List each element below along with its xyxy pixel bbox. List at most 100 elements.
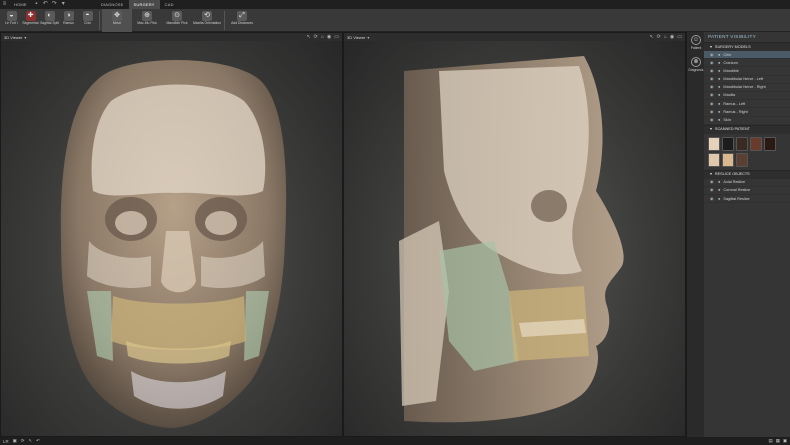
viewer-left-title[interactable]: 3D Viewer: [4, 35, 22, 40]
cube-icon[interactable]: ▣: [13, 438, 17, 444]
bullet-icon: ●: [718, 84, 721, 90]
scan-thumbnail[interactable]: [722, 136, 734, 151]
sagittal-icon: ◐: [44, 11, 55, 21]
move-button[interactable]: ✥ Move: [102, 9, 132, 32]
scanned-patient-header[interactable]: ▾ SCANNED PATIENT: [704, 124, 790, 134]
maximize-icon[interactable]: ▭: [677, 34, 682, 40]
layout-icon[interactable]: ▤: [769, 438, 773, 444]
eye-icon[interactable]: ◉: [710, 178, 715, 186]
scan-thumbnail[interactable]: [736, 152, 748, 167]
list-item[interactable]: ◉ ● Skin: [704, 117, 790, 125]
list-item-label: Chin: [723, 52, 732, 57]
segmental-button[interactable]: ✚ Segmental: [21, 9, 40, 32]
rotate-icon[interactable]: ⟳: [314, 34, 318, 40]
tab-diagnose[interactable]: DIAGNOSE: [96, 0, 129, 9]
grid-icon[interactable]: ▦: [776, 438, 780, 444]
rotate-icon[interactable]: ⟳: [657, 34, 661, 40]
maxilla-orientation-label: Maxilla Orientation: [192, 21, 222, 25]
surgery-models-header[interactable]: ▾ SURGERY MODELS: [704, 42, 790, 51]
chevron-down-icon[interactable]: ▾: [367, 35, 369, 40]
camera-icon[interactable]: ◉: [327, 34, 331, 40]
rotate-icon[interactable]: ⟳: [21, 438, 25, 444]
list-item[interactable]: ◉ ● Ramus - Right: [704, 108, 790, 117]
orientation-icon: ⟲: [202, 11, 212, 21]
save-icon[interactable]: ▪: [32, 0, 41, 9]
app-menu-icon[interactable]: ≡: [0, 0, 9, 9]
eye-icon[interactable]: ◉: [710, 186, 715, 194]
chin-label: Chin: [84, 21, 91, 25]
list-item-label: Maxilla: [723, 93, 736, 98]
quick-access-icon[interactable]: ▾: [59, 0, 68, 9]
maximize-icon[interactable]: ▭: [334, 34, 339, 40]
tab-home[interactable]: HOME: [9, 0, 32, 9]
maxilla-orientation-button[interactable]: ⟲ Maxilla Orientation: [192, 9, 222, 32]
list-item[interactable]: ◉ ● Chin: [704, 51, 790, 60]
eye-icon[interactable]: ◉: [710, 83, 715, 91]
side-nav: ☺ Patient ⊗ Diagnosis: [686, 32, 704, 437]
redo-icon[interactable]: ↷: [50, 0, 59, 9]
undo-icon[interactable]: ↶: [41, 0, 50, 9]
ramus-button[interactable]: ◑ Ramus: [59, 9, 78, 32]
eye-icon[interactable]: ◉: [710, 100, 715, 108]
eye-icon[interactable]: ◉: [710, 195, 715, 203]
scan-thumbnail[interactable]: [764, 136, 776, 151]
reset-view-icon[interactable]: ⌂: [664, 34, 667, 40]
eye-icon[interactable]: ◉: [710, 116, 715, 124]
viewer-right-title[interactable]: 3D Viewer: [347, 35, 365, 40]
scan-thumbnail[interactable]: [736, 136, 748, 151]
list-item[interactable]: ◉ ● Sagittal Reslice: [704, 195, 790, 204]
fullscreen-icon[interactable]: ▣: [783, 438, 787, 444]
eye-icon[interactable]: ◉: [710, 59, 715, 67]
list-item[interactable]: ◉ ● Mandibular Nerve - Right: [704, 84, 790, 92]
max-mu-pick-button[interactable]: ⊕ Max-Mu Pick: [132, 9, 162, 32]
patient-visibility-panel: PATIENT VISIBILITY ▾ SURGERY MODELS ◉ ● C…: [704, 32, 790, 437]
camera-icon[interactable]: ◉: [670, 34, 674, 40]
eye-icon[interactable]: ◉: [710, 108, 715, 116]
scan-thumbnail[interactable]: [708, 136, 720, 151]
sidenav-diagnosis[interactable]: ⊗ Diagnosis: [687, 54, 705, 76]
scan-thumbnail[interactable]: [722, 152, 734, 167]
pointer-icon[interactable]: ↖: [306, 34, 310, 40]
scanned-thumbnails: [704, 134, 790, 170]
chevron-down-icon[interactable]: ▾: [24, 35, 26, 40]
ribbon-toolbar: ◒ Le Fort I ✚ Segmental ◐ Sagittal Split…: [0, 9, 790, 32]
tab-surgery[interactable]: SURGERY: [128, 0, 160, 9]
top-tab-bar: ≡ HOME ▪ ↶ ↷ ▾ DIAGNOSE SURGERY CAD: [0, 0, 790, 9]
sagittal-label: Sagittal Split: [40, 21, 59, 25]
sidenav-patient[interactable]: ☺ Patient: [687, 32, 705, 54]
segmental-icon: ✚: [25, 11, 36, 21]
pointer-icon[interactable]: ↖: [28, 438, 32, 444]
ramus-icon: ◑: [63, 11, 74, 21]
chin-icon: ◓: [82, 11, 93, 21]
scan-thumbnail[interactable]: [750, 136, 762, 151]
chin-button[interactable]: ◓ Chin: [78, 9, 97, 32]
list-item[interactable]: ◉ ● Cranium: [704, 59, 790, 68]
viewer-left[interactable]: 3D Viewer ▾ ↖ ⟳ ⌂ ◉ ▭: [0, 32, 343, 437]
reslice-objects-header[interactable]: ▾ RESLICE OBJECTS: [704, 169, 790, 179]
sidenav-diagnosis-label: Diagnosis: [688, 68, 704, 72]
list-item-label: Mandibular Nerve - Left: [723, 77, 764, 82]
tab-cad[interactable]: CAD: [160, 0, 179, 9]
status-label: LR: [3, 438, 9, 444]
add-distances-label: Add Distances: [231, 21, 253, 25]
reset-view-icon[interactable]: ⌂: [321, 34, 324, 40]
eye-icon[interactable]: ◉: [710, 51, 715, 59]
sagittal-split-button[interactable]: ◐ Sagittal Split: [40, 9, 59, 32]
eye-icon[interactable]: ◉: [710, 75, 715, 83]
pointer-icon[interactable]: ↖: [649, 34, 653, 40]
scan-thumbnail[interactable]: [708, 152, 720, 167]
viewer-left-header: 3D Viewer ▾ ↖ ⟳ ⌂ ◉ ▭: [1, 33, 342, 41]
undo-icon[interactable]: ↶: [36, 438, 40, 444]
status-bar: LR ▣ ⟳ ↖ ↶ ▤ ▦ ▣: [0, 437, 790, 445]
lefort-button[interactable]: ◒ Le Fort I: [2, 9, 21, 32]
bullet-icon: ●: [718, 67, 721, 73]
add-distances-button[interactable]: ⤢ Add Distances: [227, 9, 257, 32]
list-item[interactable]: ◉ ● Maxilla: [704, 91, 790, 101]
mandible-pick-button[interactable]: ⊙ Mandible Pick: [162, 9, 192, 32]
bullet-icon: ●: [718, 117, 721, 122]
viewer-right[interactable]: 3D Viewer ▾ ↖ ⟳ ⌂ ◉ ▭: [343, 32, 686, 437]
eye-icon[interactable]: ◉: [710, 91, 715, 99]
move-label: Move: [112, 21, 122, 25]
diagnosis-icon: ⊗: [691, 57, 701, 67]
eye-icon[interactable]: ◉: [710, 67, 715, 75]
